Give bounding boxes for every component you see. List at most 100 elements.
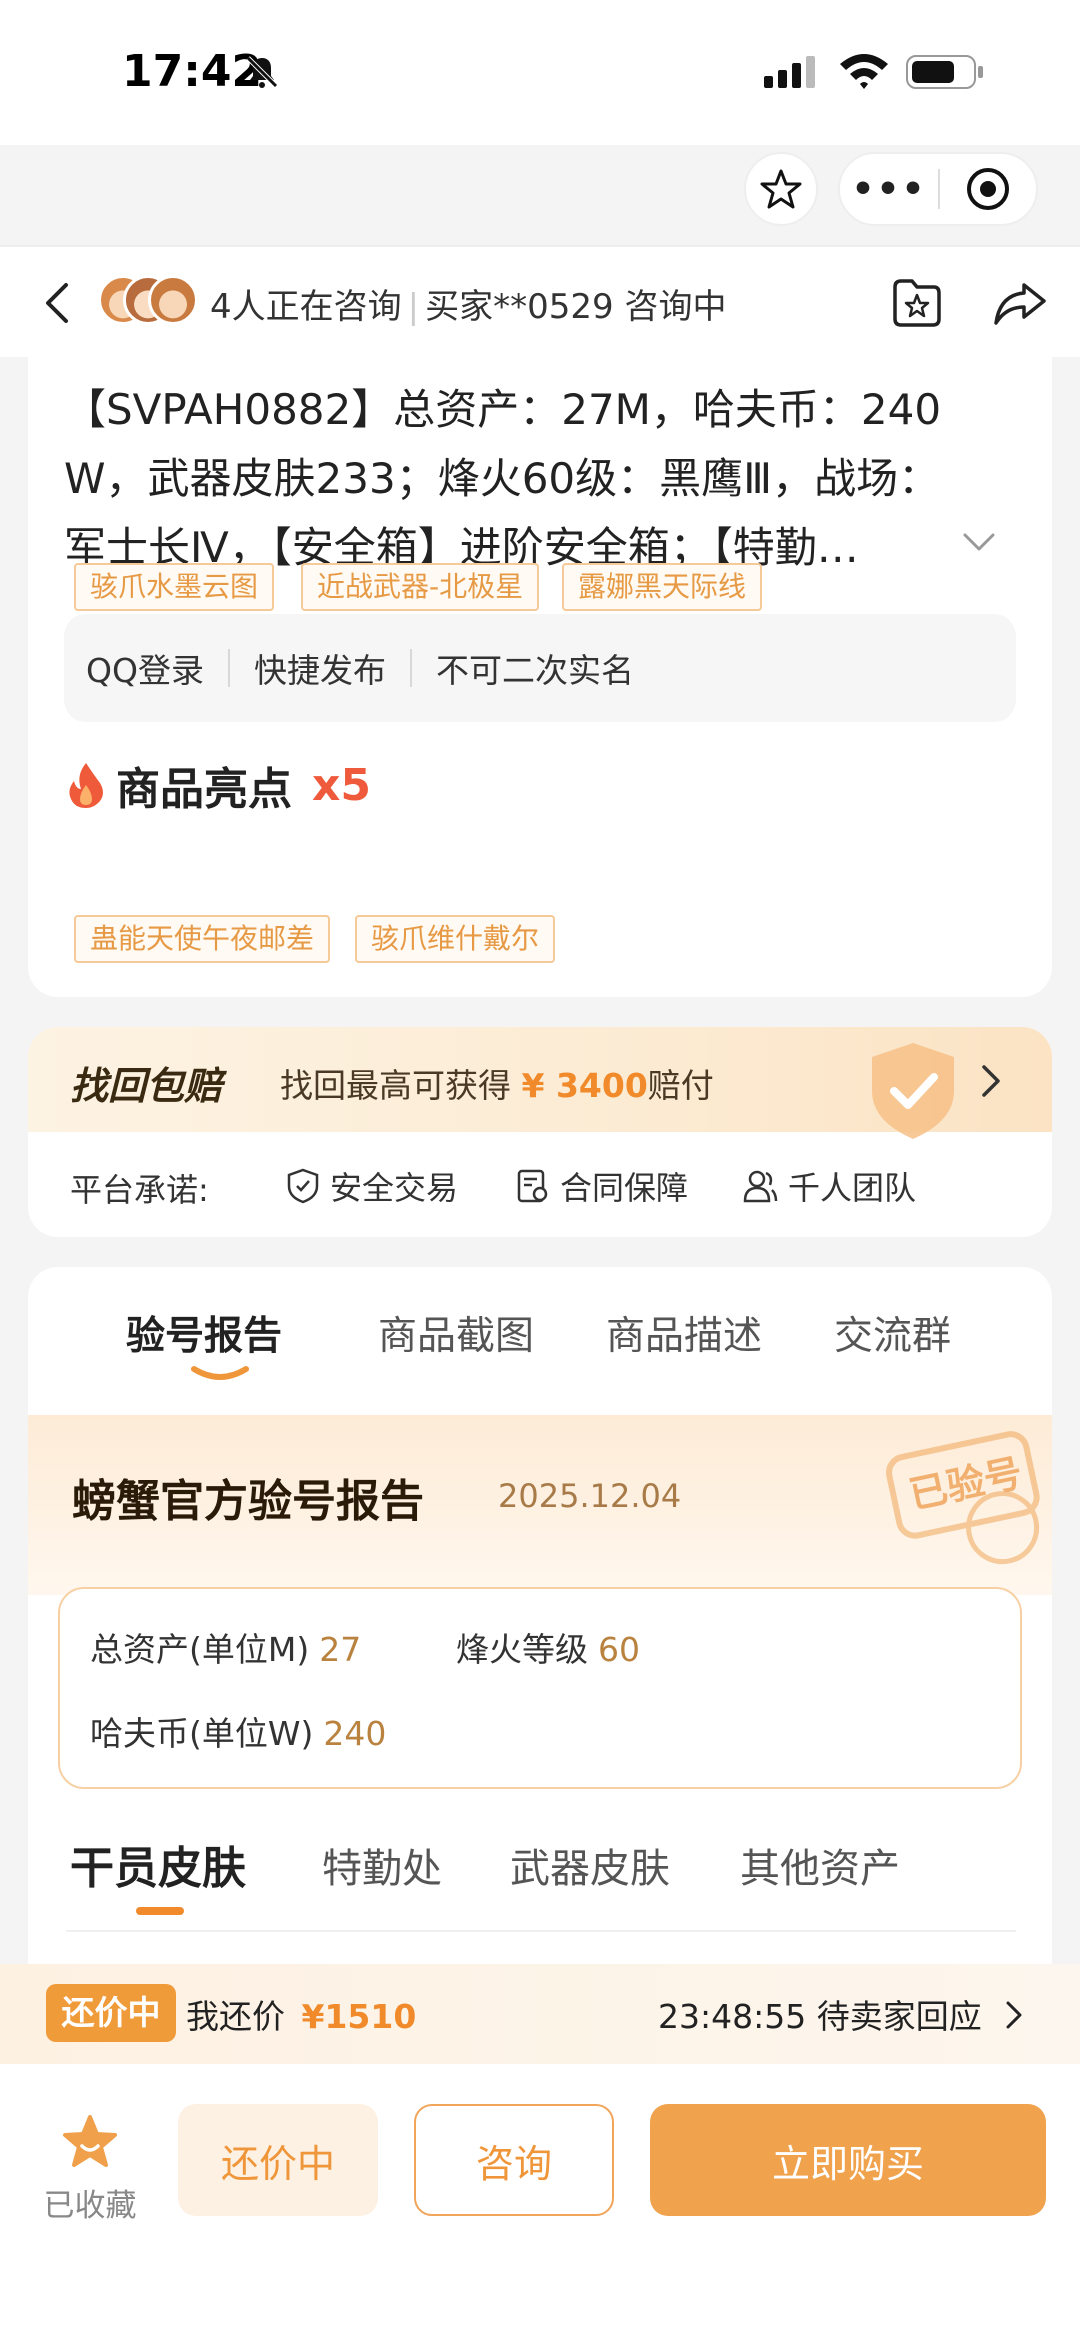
consult-button[interactable]: 咨询 — [414, 2104, 614, 2216]
separator — [409, 649, 412, 687]
highlight-chip[interactable]: 近战武器-北极星 — [301, 563, 540, 611]
separator — [227, 649, 230, 687]
report-banner: 螃蟹官方验号报告 2025.12.04 已验号 — [28, 1415, 1052, 1595]
stats-box: 总资产(单位M) 27 烽火等级 60 哈夫币(单位W) 240 — [58, 1587, 1022, 1789]
promise-text: 合同保障 — [560, 1169, 689, 1207]
fire-icon — [69, 763, 103, 808]
bargain-countdown: 23:48:55 待卖家回应 — [658, 1990, 982, 2038]
shield-icon — [287, 1168, 319, 1204]
guarantee-desc-prefix: 找回最高可获得 — [280, 1066, 511, 1105]
title-line: W，武器皮肤233；烽火60级：黑鹰Ⅲ，战场： — [64, 454, 941, 503]
favorite-folder-icon[interactable] — [890, 277, 944, 329]
stat-coins: 哈夫币(单位W) 240 — [90, 1707, 386, 1755]
signal-icon — [764, 56, 815, 88]
my-offer: 我还价 ¥1510 — [186, 1990, 416, 2038]
stat-value: 60 — [598, 1630, 640, 1669]
report-title: 螃蟹官方验号报告 — [72, 1476, 424, 1527]
stat-level: 烽火等级 60 — [456, 1623, 640, 1671]
chevron-right-icon[interactable] — [980, 1063, 1002, 1099]
separator: | — [407, 287, 420, 327]
tab-description[interactable]: 商品描述 — [606, 1305, 762, 1361]
navbar: 4人正在咨询 | 买家**0529 咨询中 — [0, 245, 1080, 357]
sub-tab-other-assets[interactable]: 其他资产 — [740, 1836, 900, 1894]
highlights-count: x5 — [312, 759, 371, 811]
bargain-tag: 还价中 — [46, 1984, 176, 2042]
star-filled-icon — [63, 2115, 117, 2167]
product-title[interactable]: 【SVPAH0882】总资产：27M，哈夫币：240 W，武器皮肤233；烽火6… — [64, 375, 1044, 582]
report-card: 验号报告 商品截图 商品描述 交流群 螃蟹官方验号报告 2025.12.04 已… — [28, 1267, 1052, 1967]
highlights-title: 商品亮点 — [116, 764, 292, 815]
buyer-status: 买家**0529 咨询中 — [425, 287, 727, 327]
target-icon — [967, 168, 1009, 210]
promise-text: 千人团队 — [788, 1169, 917, 1207]
shield-check-icon — [872, 1043, 954, 1139]
promise-team: 千人团队 — [742, 1163, 916, 1209]
tag-no-rename: 不可二次实名 — [435, 651, 634, 690]
bargain-status-bar[interactable]: 还价中 我还价 ¥1510 23:48:55 待卖家回应 — [0, 1964, 1080, 2064]
sub-tab-special-ops[interactable]: 特勤处 — [322, 1836, 442, 1894]
share-icon[interactable] — [992, 279, 1048, 327]
tab-indicator — [191, 1366, 249, 1380]
highlight-chip[interactable]: 蛊能天使午夜邮差 — [74, 915, 331, 963]
guarantee-amount: ¥ 3400 — [521, 1066, 648, 1105]
stat-total-assets: 总资产(单位M) 27 — [90, 1623, 361, 1671]
tab-screenshots[interactable]: 商品截图 — [378, 1305, 534, 1361]
title-line: 【SVPAH0882】总资产：27M，哈夫币：240 — [64, 385, 942, 434]
more-icon[interactable]: ••• — [840, 169, 938, 210]
stat-label: 烽火等级 — [456, 1630, 588, 1669]
team-icon — [743, 1170, 778, 1203]
stat-value: 27 — [319, 1630, 362, 1669]
back-icon[interactable] — [38, 281, 78, 325]
chevron-right-icon[interactable] — [1005, 2000, 1023, 2030]
account-tags: QQ登录 快捷发布 不可二次实名 — [64, 614, 1016, 722]
collect-button[interactable]: 已收藏 — [30, 2114, 150, 2225]
guarantee-banner: 找回包赔 找回最高可获得 ¥ 3400赔付 — [28, 1027, 1052, 1139]
offer-label: 我还价 — [186, 1997, 285, 2036]
detail-tabs: 验号报告 商品截图 商品描述 交流群 — [28, 1267, 1052, 1407]
consult-status: 4人正在咨询 | 买家**0529 咨询中 — [210, 279, 726, 328]
collect-label: 已收藏 — [43, 2188, 137, 2224]
consult-count: 4人正在咨询 — [210, 287, 402, 327]
guarantee-desc-suffix: 赔付 — [647, 1066, 714, 1105]
star-icon — [760, 169, 802, 209]
sub-tab-weapon-skins[interactable]: 武器皮肤 — [510, 1836, 670, 1894]
highlight-chip[interactable]: 露娜黑天际线 — [562, 563, 763, 611]
buy-now-button[interactable]: 立即购买 — [650, 2104, 1046, 2216]
tab-chat-group[interactable]: 交流群 — [834, 1305, 951, 1361]
sub-tab-operator-skins[interactable]: 干员皮肤 — [70, 1832, 246, 1896]
promise-label: 平台承诺: — [70, 1171, 209, 1209]
close-target-button[interactable] — [940, 166, 1036, 212]
offer-price: ¥1510 — [301, 1997, 417, 2036]
battery-icon — [906, 55, 983, 89]
avatar — [148, 275, 198, 325]
highlights-header: 商品亮点 x5 — [66, 755, 371, 815]
highlight-chip[interactable]: 骇爪维什戴尔 — [355, 915, 556, 963]
chevron-down-icon[interactable] — [962, 531, 996, 553]
promise-safe-trade: 安全交易 — [286, 1163, 458, 1209]
bargain-button[interactable]: 还价中 — [178, 2104, 378, 2216]
bell-off-icon — [246, 56, 278, 88]
consulting-avatars — [98, 275, 198, 329]
sub-tab-indicator — [136, 1907, 184, 1915]
status-bar: 17:42 — [0, 0, 1080, 145]
highlight-chip[interactable]: 骇爪水墨云图 — [74, 563, 275, 611]
promise-text: 安全交易 — [330, 1169, 459, 1207]
mini-program-capsule: ••• — [838, 152, 1038, 226]
asset-sub-tabs: 干员皮肤 特勤处 武器皮肤 其他资产 — [28, 1812, 1052, 1932]
divider — [66, 1930, 1016, 1932]
wifi-icon — [840, 54, 888, 89]
bottom-action-bar: 已收藏 还价中 咨询 立即购买 — [0, 2064, 1080, 2341]
stat-label: 总资产(单位M) — [90, 1630, 310, 1669]
status-time: 17:42 — [122, 46, 263, 97]
promise-contract: 合同保障 — [516, 1163, 688, 1209]
star-capsule-button[interactable] — [744, 152, 818, 226]
stat-value: 240 — [323, 1714, 387, 1753]
stat-label: 哈夫币(单位W) — [90, 1714, 314, 1753]
guarantee-title: 找回包赔 — [70, 1064, 223, 1108]
bargain-status: 待卖家回应 — [816, 1997, 982, 2036]
tag-quick-publish: 快捷发布 — [253, 651, 386, 690]
tag-qq-login: QQ登录 — [86, 651, 204, 690]
guarantee-card[interactable]: 找回包赔 找回最高可获得 ¥ 3400赔付 平台承诺: 安全交易 合同保障 千人… — [28, 1027, 1052, 1237]
product-info-card: 【SVPAH0882】总资产：27M，哈夫币：240 W，武器皮肤233；烽火6… — [28, 357, 1052, 997]
tab-inspection-report[interactable]: 验号报告 — [126, 1305, 282, 1361]
